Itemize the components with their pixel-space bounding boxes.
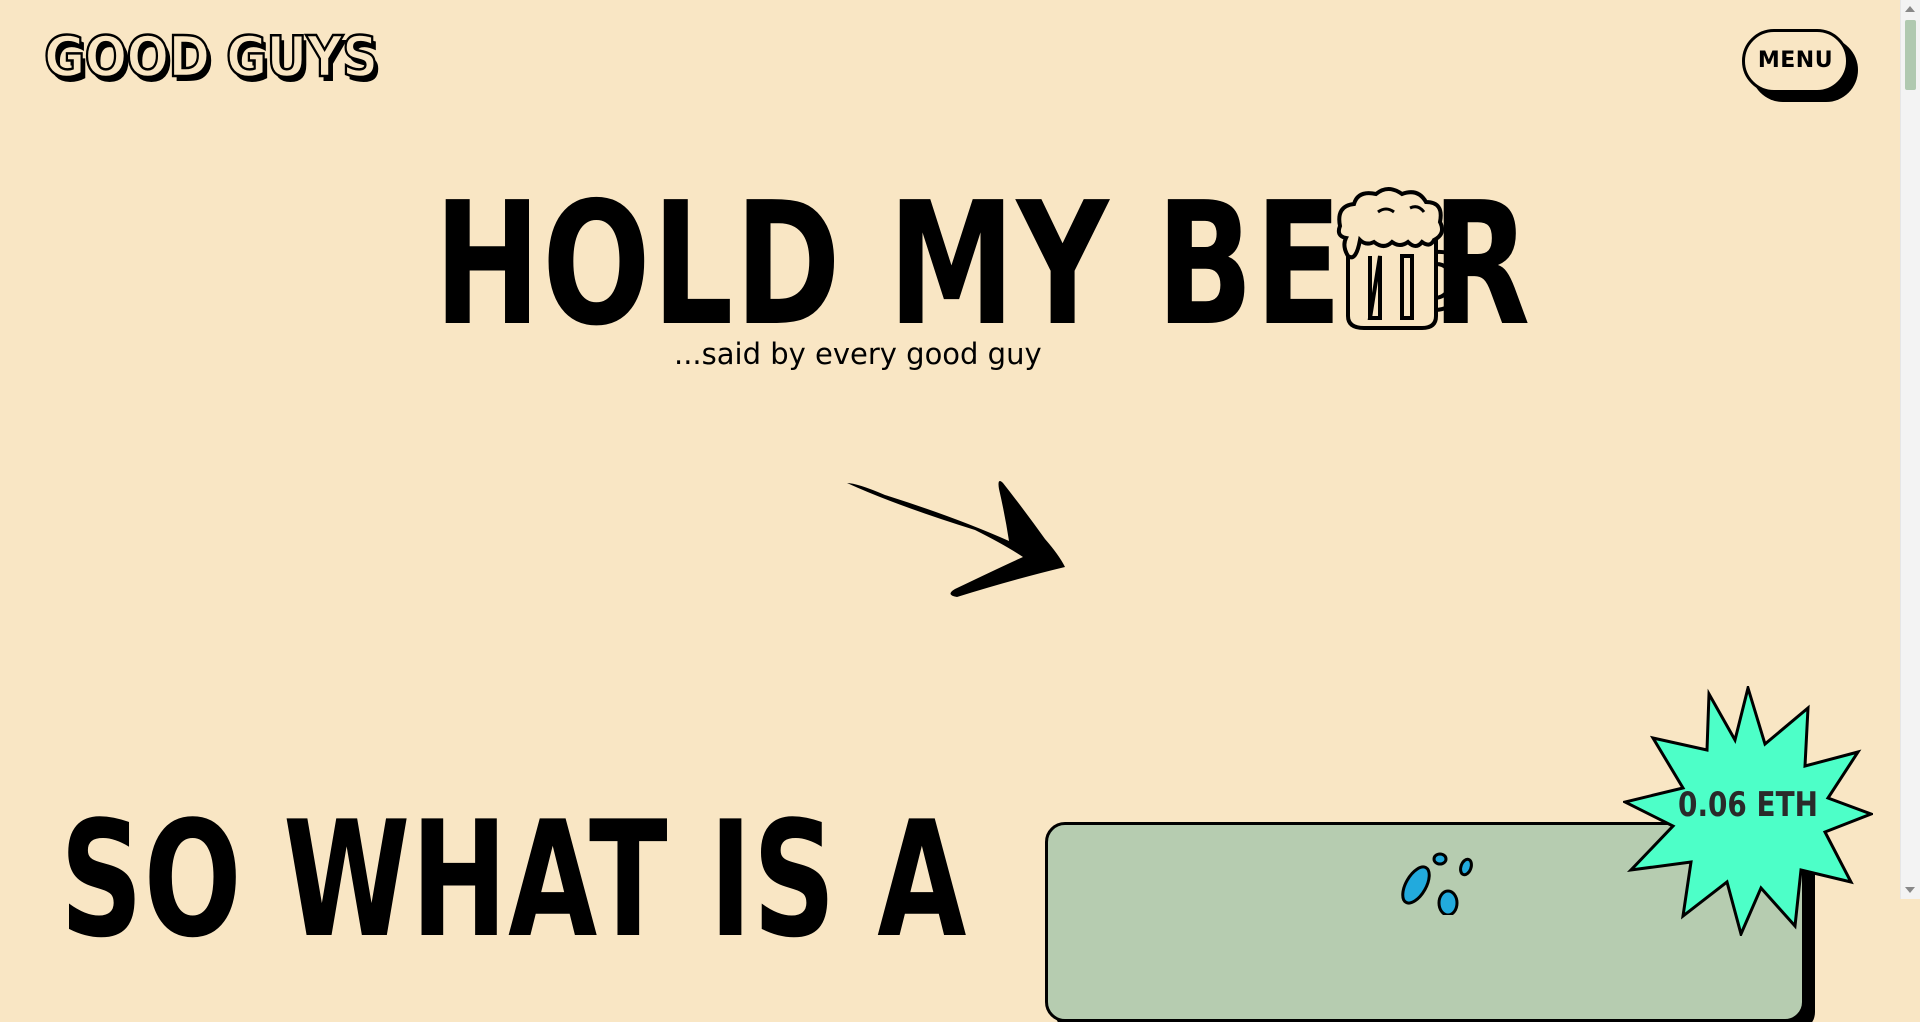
bubbles-illustration — [1401, 852, 1473, 915]
scroll-thumb[interactable] — [1905, 20, 1916, 90]
scroll-up-icon[interactable] — [1905, 6, 1915, 12]
price-label: 0.06 ETH — [1678, 785, 1818, 825]
arrow-right-icon — [847, 481, 1065, 597]
beer-mug-icon — [1336, 187, 1465, 330]
scroll-down-icon[interactable] — [1905, 887, 1915, 893]
page-scrollbar[interactable] — [1900, 0, 1920, 899]
hero-subtitle: ...said by every good guy — [674, 337, 1042, 371]
section-title: SO WHAT IS A — [60, 786, 968, 973]
logo[interactable]: GOOD GUYS — [43, 28, 380, 87]
menu-button[interactable]: MENU — [1742, 29, 1849, 93]
